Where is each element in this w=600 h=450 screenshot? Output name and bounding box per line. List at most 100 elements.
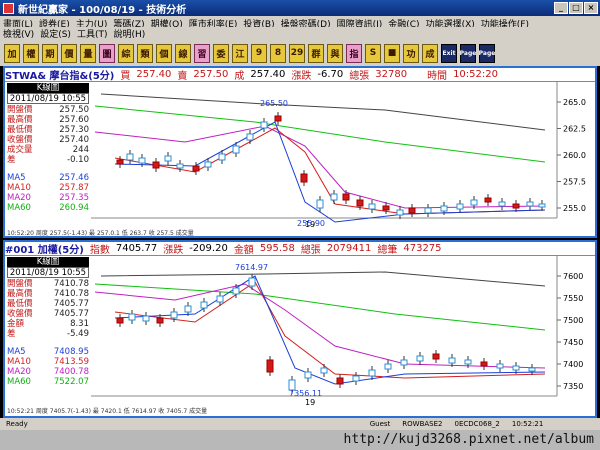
candlestick-chart-index[interactable]: 7600 7550 7500 7450 7400 7350 7614.97 7356.1119: [5, 256, 595, 406]
x-tick-label: 19: [305, 398, 315, 406]
candle-body: [396, 209, 404, 216]
menu-item-secondary-1[interactable]: 設定(S): [37, 27, 74, 40]
info-key: 成交量: [7, 145, 33, 155]
candle-body: [356, 199, 364, 207]
toolbar-button-19[interactable]: S: [365, 43, 381, 63]
candle-body: [352, 375, 360, 382]
toolbar-button-10[interactable]: 習: [194, 43, 210, 63]
toolbar-button-15[interactable]: 29: [289, 43, 305, 63]
chart-pane-index: #001 加權(5分) 指數 7405.77 漲跌 -209.20 金額 595…: [3, 240, 597, 418]
toolbar-button-13[interactable]: 9: [251, 43, 267, 63]
candle-body: [432, 353, 440, 360]
candle-body: [138, 157, 146, 164]
maximize-button[interactable]: □: [569, 2, 583, 14]
info-row: 開盤價 257.50: [7, 105, 89, 115]
candlestick-chart-futures[interactable]: 265.0262.5260.0257.5255.0265.50255.9019: [5, 82, 595, 228]
toolbar-button-23[interactable]: Exit: [441, 43, 457, 63]
candle-body: [382, 205, 390, 211]
info-value: 257.46: [59, 173, 89, 183]
y-tick-label: 265.0: [563, 98, 586, 107]
ma-row: MA5 257.46: [7, 173, 89, 183]
candle-body: [216, 295, 224, 303]
toolbar-button-5[interactable]: 圖: [99, 43, 115, 63]
info-value: 257.30: [59, 125, 89, 135]
toolbar-button-8[interactable]: 個: [156, 43, 172, 63]
toolbar-button-6[interactable]: 綜: [118, 43, 134, 63]
index-label: 指數: [89, 245, 110, 256]
candle-body: [400, 359, 408, 366]
menu-item-secondary-0[interactable]: 檢視(V): [0, 27, 37, 40]
ma-row: MA10 7413.59: [7, 357, 89, 367]
candle-body: [232, 145, 240, 154]
toolbar-button-17[interactable]: 與: [327, 43, 343, 63]
info-key: 收盤價: [7, 309, 33, 319]
status-bar: Ready Guest ROWBASE2 0ECDC068_2 10:52:21: [0, 418, 600, 430]
toolbar-button-16[interactable]: 群: [308, 43, 324, 63]
y-tick-label: 7350: [563, 382, 583, 391]
symbol-label: STWA& 摩台指&(5分): [5, 71, 115, 82]
y-tick-label: 7450: [563, 338, 583, 347]
info-row: 差 -5.49: [7, 329, 89, 339]
toolbar-button-2[interactable]: 期: [42, 43, 58, 63]
toolbar-button-20[interactable]: ■: [384, 43, 400, 63]
toolbar-button-12[interactable]: 江: [232, 43, 248, 63]
ma60-line: [94, 105, 546, 163]
toolbar-button-11[interactable]: 委: [213, 43, 229, 63]
info-key: MA5: [7, 347, 26, 357]
toolbar-button-21[interactable]: 功: [403, 43, 419, 63]
toolbar-button-9[interactable]: 線: [175, 43, 191, 63]
toolbar-button-25[interactable]: Page: [479, 43, 495, 63]
menu-item-secondary-2[interactable]: 工具(T): [74, 27, 111, 40]
candle-body: [336, 377, 344, 385]
toolbar-button-0[interactable]: 加: [4, 43, 20, 63]
ma-row: MA60 260.94: [7, 203, 89, 213]
info-key: MA10: [7, 357, 31, 367]
toolbar-button-1[interactable]: 權: [23, 43, 39, 63]
sell-value: 257.50: [193, 69, 229, 80]
info-row: 收盤價 7405.77: [7, 309, 89, 319]
count-label: 總筆: [377, 245, 398, 256]
candle-body: [248, 277, 256, 287]
info-row: 開盤價 7410.78: [7, 279, 89, 289]
candle-body: [528, 367, 536, 372]
info-value: 7400.78: [53, 367, 89, 377]
info-box-date: 2011/08/19 10:55: [7, 267, 89, 278]
toolbar-button-7[interactable]: 類: [137, 43, 153, 63]
toolbar-button-18[interactable]: 指: [346, 43, 362, 63]
toolbar-button-3[interactable]: 價: [61, 43, 77, 63]
ma-long-line: [100, 271, 546, 287]
quote-header: #001 加權(5分) 指數 7405.77 漲跌 -209.20 金額 595…: [5, 242, 595, 256]
toolbar-button-24[interactable]: Page: [460, 43, 476, 63]
info-box-date: 2011/08/19 10:55: [7, 93, 89, 104]
candle-body: [416, 355, 424, 362]
toolbar-button-4[interactable]: 量: [80, 43, 96, 63]
info-value: 257.40: [59, 135, 89, 145]
menu-item-secondary-3[interactable]: 說明(H): [110, 27, 148, 40]
low-price-label: 7356.11: [289, 389, 322, 398]
status-field-3: 0ECDC068_2: [454, 420, 500, 428]
quote-header: STWA& 摩台指&(5分) 買 257.40 賣 257.50 成 257.4…: [5, 68, 595, 82]
y-tick-label: 7500: [563, 316, 583, 325]
chart-pane-futures: STWA& 摩台指&(5分) 買 257.40 賣 257.50 成 257.4…: [3, 66, 597, 238]
minimize-button[interactable]: _: [554, 2, 568, 14]
title-bar: 新世紀贏家 - 100/08/19 - 技術分析 _ □ ×: [0, 0, 600, 16]
toolbar-button-14[interactable]: 8: [270, 43, 286, 63]
candle-body: [218, 153, 226, 161]
y-tick-label: 7600: [563, 272, 583, 281]
volume-value: 32780: [375, 69, 408, 80]
y-tick-label: 257.5: [563, 178, 586, 187]
candle-body: [128, 313, 136, 321]
candle-body: [200, 301, 208, 309]
close-button[interactable]: ×: [584, 2, 598, 14]
candle-body: [342, 193, 350, 201]
info-value: 7410.78: [53, 279, 89, 289]
toolbar-button-22[interactable]: 成: [422, 43, 438, 63]
symbol-label: #001 加權(5分): [5, 245, 84, 256]
count-value: 473275: [403, 243, 442, 254]
y-tick-label: 255.0: [563, 204, 586, 213]
candle-body: [192, 165, 200, 172]
volume-value: 2079411: [326, 243, 372, 254]
y-tick-label: 7400: [563, 360, 583, 369]
info-value: 257.60: [59, 115, 89, 125]
change-value: -6.70: [317, 69, 344, 80]
